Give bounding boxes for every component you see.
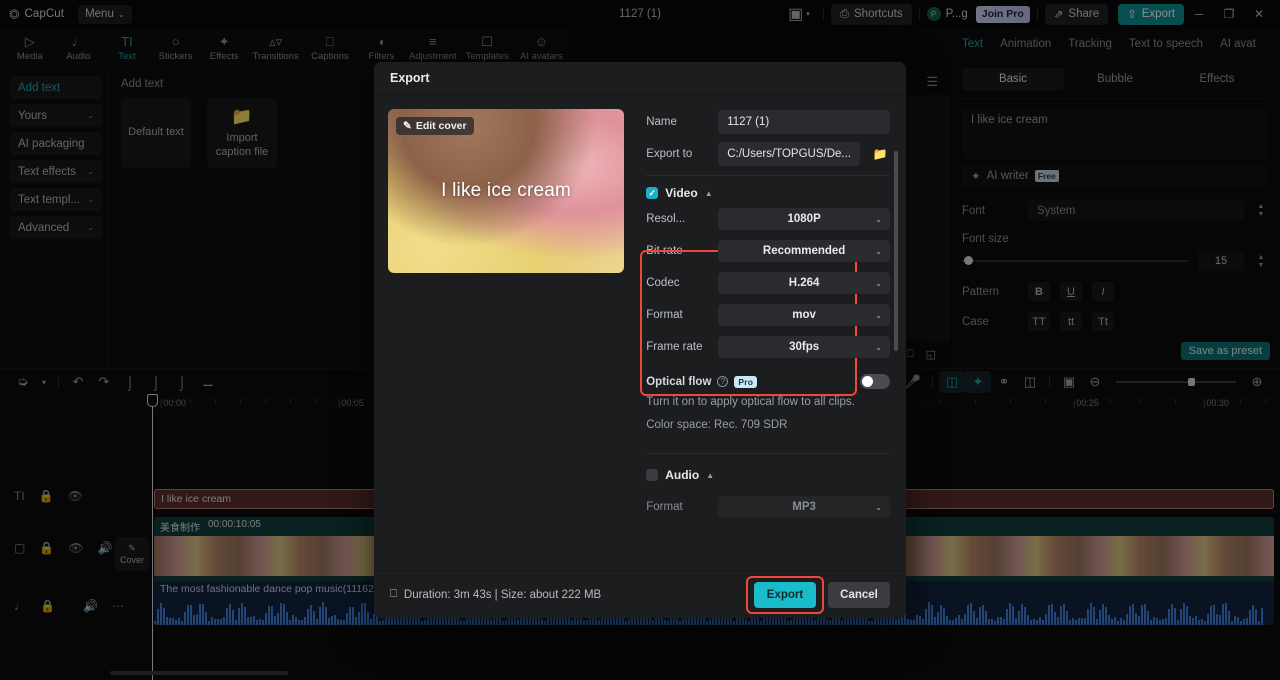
chevron-down-icon: ⌄ [875, 246, 882, 256]
framerate-row: Frame rate 30fps ⌄ [646, 334, 890, 360]
format-value: mov [792, 309, 816, 321]
edit-cover-label: Edit cover [415, 120, 467, 132]
divider [646, 453, 890, 454]
chevron-down-icon: ⌄ [875, 310, 882, 320]
video-section-label: Video [665, 186, 698, 200]
resolution-select[interactable]: 1080P ⌄ [718, 208, 890, 230]
chevron-down-icon: ⌄ [875, 342, 882, 352]
export-dialog: Export ✎ Edit cover I like ice cream Nam… [374, 62, 906, 618]
cover-preview: ✎ Edit cover I like ice cream [388, 109, 625, 273]
toggle-knob [862, 376, 873, 387]
format-label: Format [646, 309, 683, 321]
codec-value: H.264 [788, 277, 820, 289]
export-form: Name 1127 (1) Export to C:/Users/TOPGUS/… [640, 109, 898, 520]
audio-format-value: MP3 [792, 501, 816, 513]
audio-format-select[interactable]: MP3 ⌄ [718, 496, 890, 518]
export-to-label: Export to [646, 148, 693, 160]
format-select[interactable]: mov ⌄ [718, 304, 890, 326]
duration-info: ⎕ Duration: 3m 43s | Size: about 222 MB [390, 588, 601, 601]
audio-section-label: Audio [665, 468, 700, 482]
codec-select[interactable]: H.264 ⌄ [718, 272, 890, 294]
resolution-value: 1080P [787, 213, 821, 225]
codec-row: Codec H.264 ⌄ [646, 270, 890, 296]
bitrate-label: Bit rate [646, 245, 683, 257]
edit-pencil-icon: ✎ [403, 120, 412, 132]
optical-flow-toggle[interactable] [860, 374, 890, 389]
name-label: Name [646, 116, 677, 128]
footer-buttons: Export Cancel [746, 575, 890, 614]
export-dialog-body: ✎ Edit cover I like ice cream Name 1127 … [374, 95, 906, 520]
codec-label: Codec [646, 277, 680, 289]
duration-size-text: Duration: 3m 43s | Size: about 222 MB [403, 588, 602, 601]
chevron-up-icon[interactable]: ▲ [706, 471, 714, 480]
pro-badge: Pro [734, 375, 758, 388]
color-space-text: Color space: Rec. 709 SDR [646, 419, 788, 431]
video-section-header[interactable]: ✓ Video ▲ [646, 186, 890, 200]
help-icon[interactable]: ? [717, 376, 729, 387]
capcut-window: ⏣ CapCut Menu ⌄ 1127 (1) ▣ ▾ ⎙ Shortcuts… [0, 0, 1280, 680]
export-to-row: Export to C:/Users/TOPGUS/De... 📁 [646, 141, 890, 167]
chevron-down-icon: ⌄ [875, 214, 882, 224]
framerate-label: Frame rate [646, 341, 703, 353]
bitrate-select[interactable]: Recommended ⌄ [718, 240, 890, 262]
resolution-label: Resol... [646, 213, 686, 225]
file-icon: ⎕ [390, 588, 397, 600]
framerate-select[interactable]: 30fps ⌄ [718, 336, 890, 358]
chevron-down-icon: ⌄ [875, 278, 882, 288]
name-input[interactable]: 1127 (1) [718, 110, 890, 134]
bitrate-value: Recommended [762, 245, 846, 257]
audio-section-header[interactable]: Audio ▲ [646, 468, 890, 482]
chevron-up-icon[interactable]: ▲ [705, 189, 713, 198]
export-dialog-footer: ⎕ Duration: 3m 43s | Size: about 222 MB … [374, 570, 906, 618]
audio-checkbox[interactable] [646, 469, 659, 481]
folder-picker-icon[interactable]: 📁 [870, 144, 890, 164]
chevron-down-icon: ⌄ [875, 502, 882, 512]
optical-flow-hint: Turn it on to apply optical flow to all … [646, 396, 855, 408]
name-row: Name 1127 (1) [646, 109, 890, 135]
optical-flow-row: Optical flow ? Pro [646, 374, 890, 389]
audio-format-row: Format MP3 ⌄ [646, 494, 890, 520]
dialog-scrollbar[interactable] [894, 151, 898, 351]
cover-caption-text: I like ice cream [441, 180, 572, 201]
export-dialog-title: Export [374, 62, 906, 95]
bitrate-row: Bit rate Recommended ⌄ [646, 238, 890, 264]
export-to-input[interactable]: C:/Users/TOPGUS/De... [718, 142, 860, 166]
cancel-button[interactable]: Cancel [828, 581, 890, 608]
framerate-value: 30fps [789, 341, 820, 353]
edit-cover-button[interactable]: ✎ Edit cover [396, 117, 474, 135]
video-checkbox[interactable]: ✓ [646, 187, 659, 199]
resolution-row: Resol... 1080P ⌄ [646, 206, 890, 232]
optical-flow-label: Optical flow [646, 375, 712, 388]
export-confirm-button[interactable]: Export [754, 581, 816, 608]
format-row: Format mov ⌄ [646, 302, 890, 328]
video-settings-group: Resol... 1080P ⌄ Bit rate Recommended ⌄ [640, 206, 890, 396]
audio-format-label: Format [646, 501, 683, 513]
divider [646, 175, 890, 176]
